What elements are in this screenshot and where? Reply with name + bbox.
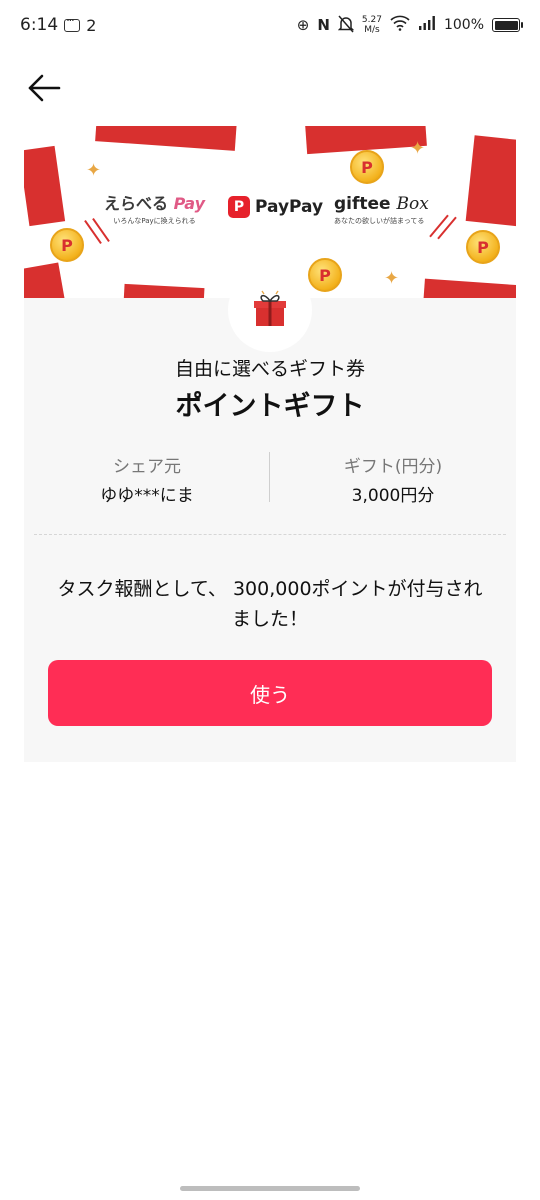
- dashed-divider: [34, 534, 506, 535]
- gift-box-decoration: [24, 145, 66, 227]
- erabel-pay-tagline: いろんなPayに換えられる: [113, 217, 196, 225]
- message-icon: [64, 14, 81, 32]
- gift-icon: [254, 290, 286, 326]
- network-speed-unit: M/s: [364, 25, 380, 35]
- status-right: ⊕ N 5.27 M/s 100%: [296, 15, 523, 36]
- point-coin-icon: P: [308, 258, 342, 292]
- slash-decoration: [437, 216, 457, 240]
- use-button[interactable]: 使う: [48, 660, 492, 726]
- status-bar: 6:14 2 ⊕ N 5.27 M/s 100%: [0, 0, 540, 50]
- slash-decoration: [84, 219, 102, 245]
- arrow-left-icon: [28, 74, 61, 102]
- add-circle-icon: ⊕: [296, 15, 310, 34]
- gift-icon-badge: [228, 268, 312, 352]
- nfc-icon: N: [317, 15, 330, 34]
- sparkle-icon: ✦: [86, 160, 102, 181]
- amount-info: ギフト(円分) 3,000円分: [270, 452, 516, 506]
- gift-box-decoration: [423, 278, 516, 298]
- giftee-box-logo: giftee Box あなたの欲しいが詰まってる: [334, 194, 429, 226]
- bell-off-icon: [337, 15, 355, 36]
- signal-icon: [418, 15, 436, 35]
- erabel-pay-suffix: Pay: [173, 194, 206, 213]
- wifi-icon: [390, 15, 410, 35]
- card-subtitle: 自由に選べるギフト券: [174, 358, 365, 380]
- reward-message: タスク報酬として、 300,000ポイントが付与されました！: [57, 578, 483, 630]
- battery-icon: [492, 18, 523, 32]
- point-coin-icon: P: [350, 150, 384, 184]
- network-speed: 5.27 M/s: [362, 15, 382, 35]
- giftee-box-suffix: Box: [396, 194, 429, 214]
- point-coin-icon: P: [466, 230, 500, 264]
- status-time: 6:14: [20, 15, 59, 35]
- notification-count: 2: [86, 15, 97, 35]
- network-speed-value: 5.27: [361, 15, 382, 25]
- sender-label: シェア元: [113, 457, 181, 477]
- erabel-pay-logo: えらべる Pay いろんなPayに換えられる: [104, 190, 205, 226]
- gift-box-decoration: [24, 262, 66, 298]
- gift-box-decoration: [95, 126, 237, 151]
- giftee-box-name: giftee: [334, 194, 391, 214]
- sender-value: ゆゆ***にま: [100, 486, 194, 506]
- paypay-mark-icon: P: [228, 196, 250, 218]
- sparkle-icon: ✦: [410, 138, 426, 159]
- giftee-box-tagline: あなたの欲しいが詰まってる: [334, 217, 425, 225]
- amount-value: 3,000円分: [351, 486, 435, 506]
- point-coin-icon: P: [50, 228, 84, 262]
- home-indicator[interactable]: [180, 1186, 360, 1191]
- sender-info: シェア元 ゆゆ***にま: [24, 452, 270, 506]
- erabel-pay-name: えらべる: [104, 194, 169, 213]
- paypay-label: PayPay: [255, 197, 324, 217]
- amount-label: ギフト(円分): [343, 457, 443, 477]
- battery-percent: 100%: [443, 17, 484, 33]
- gift-box-decoration: [465, 135, 516, 227]
- gift-box-decoration: [123, 283, 205, 298]
- card-title: ポイントギフト: [175, 391, 365, 422]
- paypay-logo: P PayPay: [228, 196, 323, 218]
- status-left: 6:14 2: [20, 14, 97, 36]
- sparkle-icon: ✦: [384, 268, 400, 289]
- back-button[interactable]: [24, 68, 64, 108]
- gift-card: 自由に選べるギフト券 ポイントギフト シェア元 ゆゆ***にま ギフト(円分) …: [24, 268, 516, 762]
